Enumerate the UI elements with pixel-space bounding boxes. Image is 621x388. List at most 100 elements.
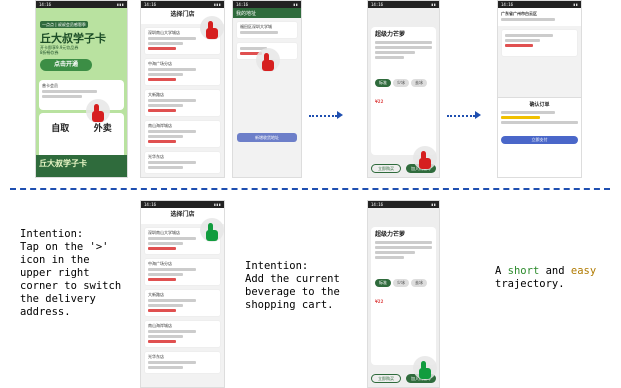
size-option[interactable]: 标准	[375, 279, 391, 287]
buy-now-button[interactable]: 立即购买	[371, 164, 401, 173]
sub2: 8折畅饮券	[40, 50, 59, 55]
order-item-card	[501, 29, 578, 57]
store-card[interactable]: 中海广场分店	[144, 58, 221, 86]
caption-line: icon in the	[20, 254, 90, 266]
store-card[interactable]: 中海广场分店	[144, 258, 221, 286]
signal-icon: ▮▮	[293, 2, 298, 7]
store-card[interactable]: 大新路店	[144, 289, 221, 317]
status-bar: 14:16 ▮▮▮	[141, 201, 224, 208]
add-address-button[interactable]: 新增收货地址	[237, 133, 297, 142]
tap-hand-icon	[200, 16, 224, 43]
member-card: 普卡会员	[39, 80, 124, 110]
caption-line: shopping cart.	[245, 299, 334, 311]
size-options: 标准 少冰 去冰	[375, 79, 432, 87]
pay-sheet-title: 确认订单	[529, 102, 550, 108]
summary-line-2: trajectory.	[495, 278, 565, 290]
section-divider	[10, 188, 610, 190]
status-time: 14:16	[236, 2, 249, 7]
caption-line: Intention:	[20, 228, 84, 240]
size-option[interactable]: 标准	[375, 79, 391, 87]
bottom-banner: 丘大叔学子卡	[36, 155, 127, 177]
pay-now-button[interactable]: 立即支付	[501, 136, 578, 144]
product-sheet: 超级力芒萝 标准 少冰 去冰 ¥22	[371, 27, 436, 155]
size-option[interactable]: 去冰	[411, 79, 427, 87]
address-card[interactable]: 福田区深圳大学城	[236, 21, 298, 39]
caption-line: the delivery	[20, 293, 96, 305]
store-name: 南山海岸城店	[148, 323, 172, 328]
status-bar: 14:16 ▮▮	[233, 1, 301, 8]
status-bar: 14:16 ▮▮	[368, 1, 439, 8]
tap-hand-icon	[256, 48, 280, 75]
open-card-button[interactable]: 点击开通	[40, 59, 92, 71]
status-time: 14:16	[39, 2, 52, 7]
order-mode-panel: 自取 外卖	[39, 113, 124, 159]
tap-hand-icon	[200, 218, 224, 245]
status-bar: 14:16 ▮▮▮	[141, 1, 224, 8]
product-price: ¥22	[375, 299, 384, 304]
trajectory-figure: 14:16 ▮▮▮ 一点点 | 叔叔会员感恩季 丘大叔学子卡 开卡即享9.9元饮品…	[0, 0, 621, 388]
store-card[interactable]: 南山海岸城店	[144, 120, 221, 148]
screen-product-bottom: 14:16▮▮ 超级力芒萝 标准 少冰 去冰 ¥22 立即购买 加入购物车	[367, 200, 440, 388]
signal-icon: ▮▮▮	[213, 202, 221, 207]
signal-icon: ▮▮▮	[213, 2, 221, 7]
step-arrow	[447, 110, 481, 120]
summary-caption: A short and easy trajectory.	[495, 265, 596, 291]
signal-icon: ▮▮	[431, 2, 436, 7]
caption-line: beverage to the	[245, 286, 340, 298]
banner-line: 一点点 | 叔叔会员感恩季	[40, 21, 88, 28]
buy-now-button[interactable]: 立即购买	[371, 374, 401, 383]
status-time: 14:16	[144, 2, 157, 7]
signal-icon: ▮▮	[431, 202, 436, 207]
caption-line: Intention:	[245, 260, 309, 272]
store-name: 光华东店	[148, 354, 164, 359]
address-header: 我的地址	[233, 8, 301, 18]
screen-store-list: 14:16 ▮▮▮ 选择门店 深圳南山大学城店 中海广场分店 大新路店 南山海岸城…	[140, 0, 225, 178]
store-name: 大新路店	[148, 292, 164, 297]
size-option[interactable]: 少冰	[393, 279, 409, 287]
screen-product: 14:16▮▮ 超级力芒萝 标准 少冰 去冰 ¥22 立即购买 加入购物车	[367, 0, 440, 178]
status-time: 14:16	[501, 2, 514, 7]
signal-icon: ▮▮▮	[116, 2, 124, 7]
status-time: 14:16	[371, 202, 384, 207]
screen-store-list-bottom: 14:16 ▮▮▮ 选择门店 深圳南山大学城店 中海广场分店 大新路店 南山海岸城…	[140, 200, 225, 388]
intent-switch-caption: Intention: Tap on the '>' icon in the up…	[20, 228, 121, 319]
screen-checkout: 14:16 ▮▮ 广东省广州市白云区 确认订单 立即支付	[497, 0, 582, 178]
size-options: 标准 少冰 去冰	[375, 279, 432, 287]
tap-hand-icon	[413, 356, 437, 383]
summary-pre: A	[495, 265, 508, 277]
caption-line: Tap on the '>'	[20, 241, 109, 253]
product-name: 超级力芒萝	[375, 231, 406, 238]
pickup-button[interactable]: 自取	[51, 121, 69, 134]
store-name: 光华东店	[148, 154, 164, 159]
store-card[interactable]: 光华东店	[144, 151, 221, 174]
step-arrow	[309, 110, 343, 120]
store-card[interactable]: 大新路店	[144, 89, 221, 117]
tap-hand-icon	[86, 99, 110, 126]
summary-mid: and	[539, 265, 571, 277]
screen-home: 14:16 ▮▮▮ 一点点 | 叔叔会员感恩季 丘大叔学子卡 开卡即享9.9元饮品…	[35, 0, 128, 178]
headline: 丘大叔学子卡	[40, 32, 106, 45]
store-name: 大新路店	[148, 92, 164, 97]
checkout-store: 广东省广州市白云区	[501, 11, 537, 16]
store-card[interactable]: 光华东店	[144, 351, 221, 374]
summary-line-1: A short and easy	[495, 265, 596, 278]
caption-line: corner to switch	[20, 280, 122, 292]
signal-icon: ▮▮	[573, 2, 578, 7]
size-option[interactable]: 少冰	[393, 79, 409, 87]
address-text: 福田区深圳大学城	[240, 24, 272, 29]
caption-line: upper right	[20, 267, 90, 279]
screen-address: 14:16 ▮▮ 我的地址 福田区深圳大学城 新增收货地址	[232, 0, 302, 178]
intent-cart-caption: Intention: Add the current beverage to t…	[245, 260, 340, 312]
pay-sheet: 确认订单 立即支付	[498, 97, 581, 177]
size-option[interactable]: 去冰	[411, 279, 427, 287]
status-bar: 14:16 ▮▮▮	[36, 1, 127, 8]
checkout-header: 广东省广州市白云区	[498, 8, 581, 26]
summary-short: short	[507, 265, 540, 277]
status-bar: 14:16 ▮▮	[498, 1, 581, 8]
store-card[interactable]: 南山海岸城店	[144, 320, 221, 348]
summary-easy: easy	[570, 265, 597, 277]
store-name: 南山海岸城店	[148, 123, 172, 128]
caption-line: address.	[20, 306, 71, 318]
caption-line: Add the current	[245, 273, 340, 285]
status-time: 14:16	[371, 2, 384, 7]
